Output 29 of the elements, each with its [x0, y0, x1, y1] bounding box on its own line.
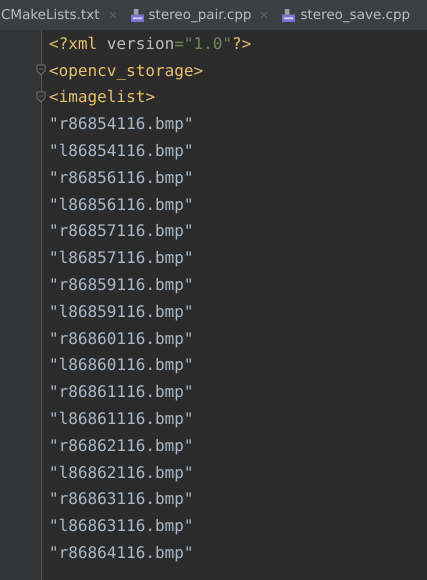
- code-line: "l86863116.bmp": [48, 516, 194, 536]
- close-icon[interactable]: [260, 11, 268, 19]
- cpp-file-icon: [282, 8, 296, 22]
- code-line: "r86859116.bmp": [48, 275, 194, 294]
- close-icon[interactable]: [108, 11, 116, 19]
- code-line: <imagelist>: [48, 87, 155, 106]
- cpp-file-icon: [130, 8, 144, 22]
- code-line: <opencv_storage>: [48, 60, 204, 80]
- code-line: "r86864116.bmp": [48, 543, 194, 562]
- code-line: "l86857116.bmp": [48, 248, 194, 268]
- editor-tab[interactable]: stereo_pair.cpp: [130, 0, 268, 30]
- editor-tab[interactable]: CMakeLists.txt: [1, 0, 116, 30]
- code-line: "r86854116.bmp": [48, 114, 194, 134]
- editor-tab[interactable]: stereo_save.cpp: [282, 0, 410, 30]
- code-line: "l86860116.bmp": [48, 355, 194, 374]
- code-line: "r86861116.bmp": [48, 382, 194, 402]
- code-line: <?xml version="1.0"?>: [48, 34, 252, 53]
- code-line: "l86859116.bmp": [48, 302, 194, 321]
- fold-icon[interactable]: [36, 90, 46, 103]
- code-line: "r86857116.bmp": [48, 221, 194, 240]
- fold-icon[interactable]: [36, 64, 46, 76]
- code-line: "l86856116.bmp": [48, 194, 194, 214]
- code-line: "l86854116.bmp": [48, 141, 194, 160]
- code-line: "r86863116.bmp": [48, 489, 194, 508]
- code-line: "l86861116.bmp": [48, 409, 194, 428]
- code-line: "r86856116.bmp": [48, 168, 194, 187]
- code-line: "r86862116.bmp": [48, 436, 194, 455]
- code-line: "r86860116.bmp": [48, 328, 194, 348]
- code-line: "l86862116.bmp": [48, 462, 194, 482]
